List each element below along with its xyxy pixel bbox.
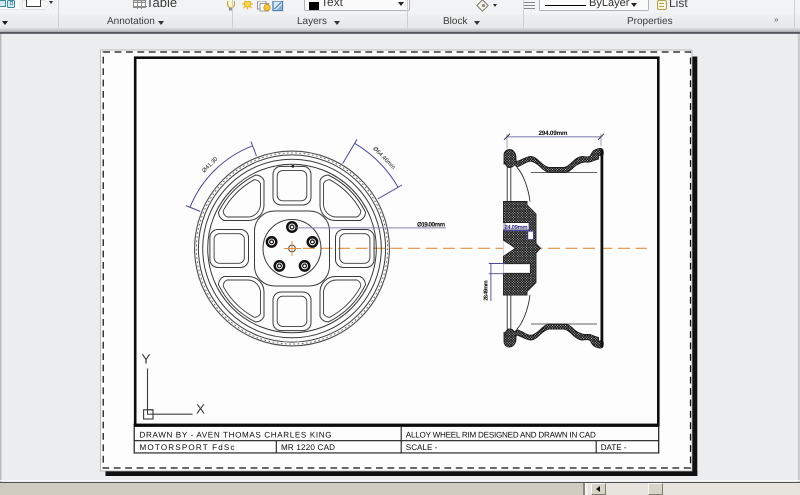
svg-text:294.09mm: 294.09mm — [539, 130, 568, 137]
svg-text:SCALE -: SCALE - — [406, 443, 438, 452]
svg-text:X: X — [196, 401, 205, 416]
svg-text:ALLOY WHEEL RIM DESIGNED AND D: ALLOY WHEEL RIM DESIGNED AND DRAWN IN CA… — [406, 430, 596, 439]
svg-text:Y: Y — [142, 351, 151, 366]
svg-text:28.49mm: 28.49mm — [484, 280, 490, 301]
svg-text:24.09mm: 24.09mm — [505, 224, 528, 231]
svg-text:DATE -: DATE - — [601, 443, 627, 452]
svg-text:Ø19.00mm: Ø19.00mm — [417, 221, 445, 228]
svg-text:MR 1220 CAD: MR 1220 CAD — [281, 443, 335, 452]
svg-text:DRAWN BY - AVEN THOMAS CHARLES: DRAWN BY - AVEN THOMAS CHARLES KING — [140, 430, 332, 439]
